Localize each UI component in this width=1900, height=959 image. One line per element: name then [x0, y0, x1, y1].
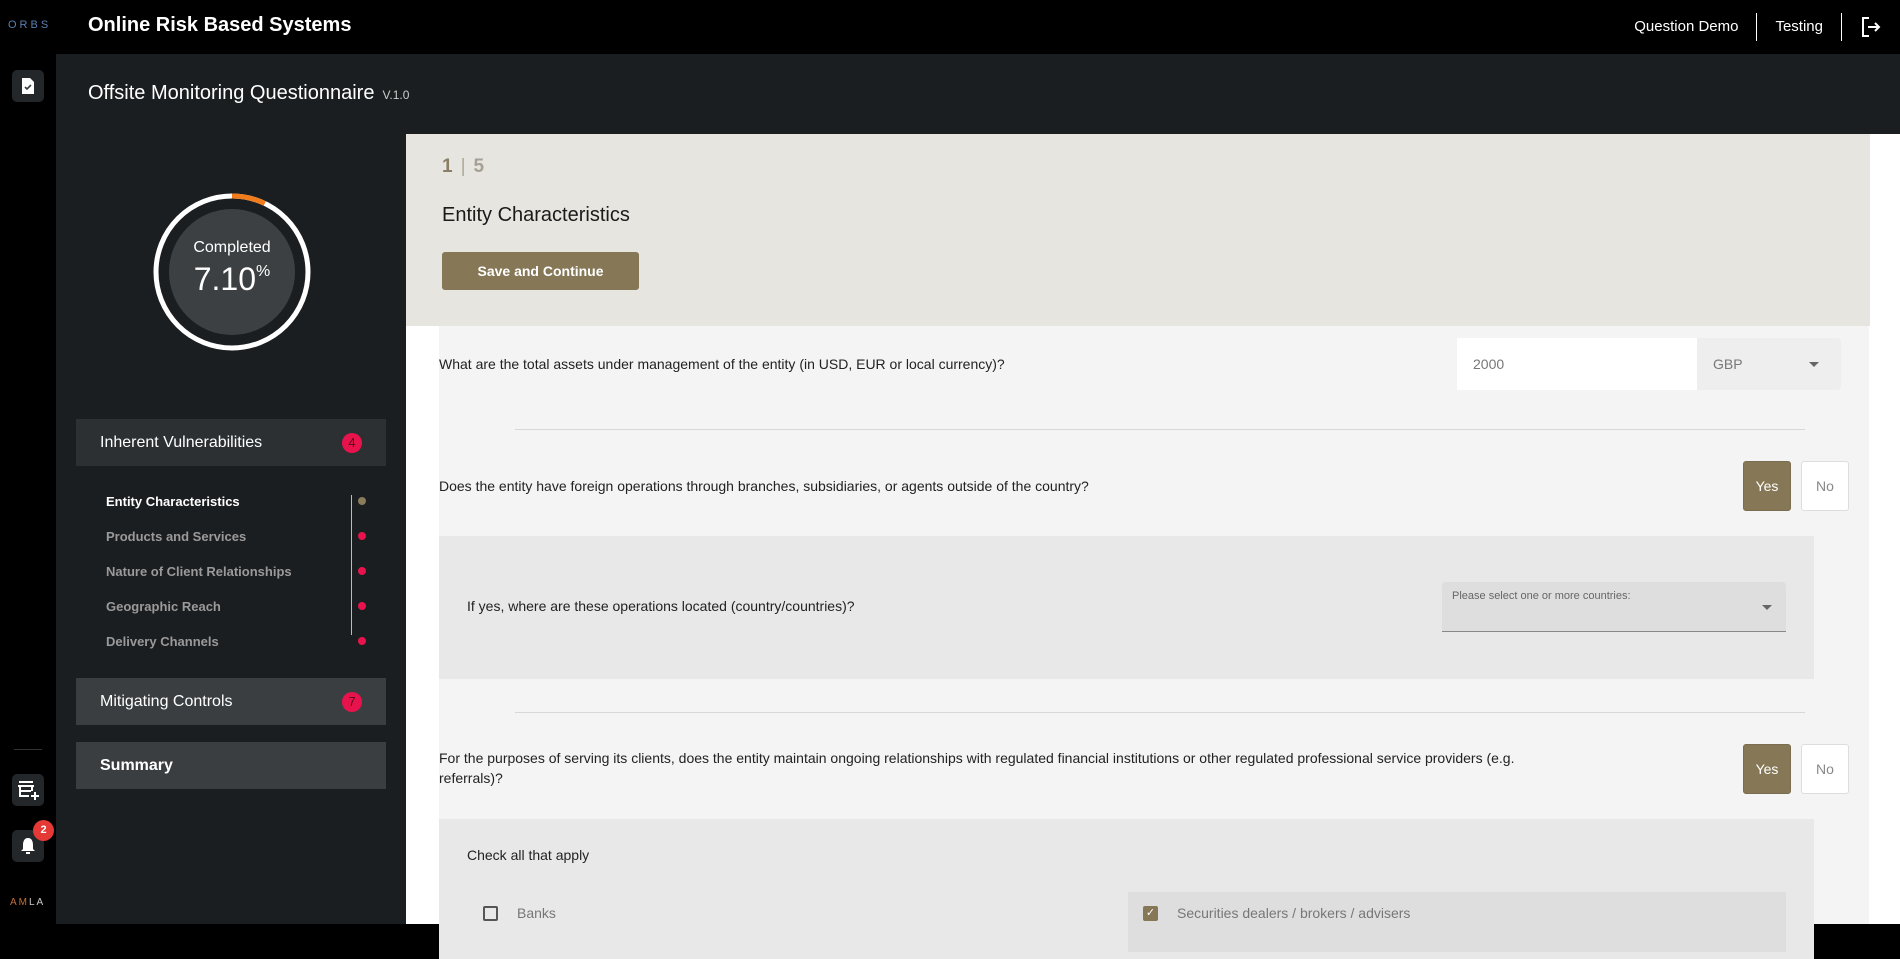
main-content: 1 | 5 Entity Characteristics Save and Cont… — [406, 134, 1900, 959]
notification-badge: 2 — [33, 820, 54, 841]
testing-link[interactable]: Testing — [1757, 13, 1841, 41]
completion-value: 7.10% — [193, 261, 271, 297]
subnav-geographic-reach[interactable]: Geographic Reach — [106, 589, 366, 624]
logout-button[interactable] — [1842, 0, 1900, 54]
section-badge: 4 — [342, 433, 362, 453]
section-badge: 7 — [342, 692, 362, 712]
countries-placeholder: Please select one or more countries: — [1452, 590, 1631, 602]
rail-divider — [14, 749, 42, 750]
status-dot — [358, 532, 366, 540]
add-entity-button[interactable] — [12, 774, 44, 806]
no-button[interactable]: No — [1801, 744, 1849, 794]
add-store-icon — [18, 781, 39, 800]
completion-label: Completed — [193, 239, 271, 256]
status-dot — [358, 567, 366, 575]
questionnaire-check-icon — [22, 78, 34, 94]
divider — [515, 429, 1805, 430]
checkbox-securities-dealers[interactable]: ✓ Securities dealers / brokers / adviser… — [1143, 905, 1410, 921]
section-header: 1 | 5 Entity Characteristics Save and Cont… — [406, 134, 1870, 326]
question-demo-link[interactable]: Question Demo — [1616, 13, 1756, 41]
checkbox-cell: ✓ Securities dealers / brokers / adviser… — [1128, 892, 1786, 952]
save-and-continue-button[interactable]: Save and Continue — [442, 252, 639, 290]
amla-logo: AMLA — [10, 897, 46, 908]
yes-button[interactable]: Yes — [1743, 744, 1791, 794]
followup-question-text: If yes, where are these operations locat… — [467, 598, 855, 614]
section-title: Entity Characteristics — [442, 204, 630, 226]
nav-section-mitigating-controls[interactable]: Mitigating Controls 7 — [76, 678, 386, 725]
orbs-logo: ORBS — [8, 19, 52, 31]
checkbox-checked[interactable]: ✓ — [1143, 905, 1158, 921]
countries-multiselect[interactable]: Please select one or more countries: — [1442, 582, 1786, 632]
app-title: Online Risk Based Systems — [88, 14, 352, 36]
icon-rail: 2 AMLA — [0, 54, 56, 924]
total-assets-input[interactable] — [1457, 338, 1699, 390]
header-user-menu: Question Demo Testing — [1616, 0, 1900, 54]
regulated-relationships-followup: Check all that apply Banks ✓ Securities … — [439, 819, 1814, 959]
bell-icon — [21, 838, 35, 854]
question-text: For the purposes of serving its clients,… — [439, 750, 1515, 786]
nav-section-summary[interactable]: Summary — [76, 742, 386, 789]
completion-readout: Completed 7.10% — [169, 209, 295, 335]
no-button[interactable]: No — [1801, 461, 1849, 511]
status-dot — [358, 602, 366, 610]
foreign-operations-followup: If yes, where are these operations locat… — [439, 536, 1814, 679]
divider — [515, 712, 1805, 713]
subnav-delivery-channels[interactable]: Delivery Channels — [106, 624, 366, 659]
completion-ring: Completed 7.10% — [152, 192, 312, 352]
currency-select[interactable]: GBP — [1697, 338, 1841, 390]
subsection-list: Entity Characteristics Products and Serv… — [106, 484, 366, 659]
checkbox-unchecked[interactable] — [483, 905, 498, 921]
questionnaire-nav-button[interactable] — [12, 70, 44, 102]
top-header: ORBS Online Risk Based Systems Question … — [0, 0, 1900, 54]
yes-button[interactable]: Yes — [1743, 461, 1791, 511]
checkbox-banks[interactable]: Banks — [483, 905, 556, 921]
chevron-down-icon — [1809, 362, 1819, 367]
subnav-products-and-services[interactable]: Products and Services — [106, 519, 366, 554]
nav-section-inherent-vulnerabilities[interactable]: Inherent Vulnerabilities 4 — [76, 419, 386, 466]
question-text: Does the entity have foreign operations … — [439, 478, 1089, 494]
subnav-nature-of-client-relationships[interactable]: Nature of Client Relationships — [106, 554, 366, 589]
chevron-down-icon — [1762, 605, 1772, 610]
logout-icon — [1862, 17, 1881, 37]
subnav-entity-characteristics[interactable]: Entity Characteristics — [106, 484, 366, 519]
version-label: V.1.0 — [382, 88, 410, 102]
status-dot — [358, 497, 366, 505]
step-indicator: 1 | 5 — [442, 156, 485, 177]
questionnaire-title: Offsite Monitoring Questionnaire V.1.0 — [88, 82, 410, 104]
status-dot — [358, 637, 366, 645]
question-card: What are the total assets under manageme… — [439, 326, 1869, 959]
check-all-label: Check all that apply — [467, 847, 590, 863]
